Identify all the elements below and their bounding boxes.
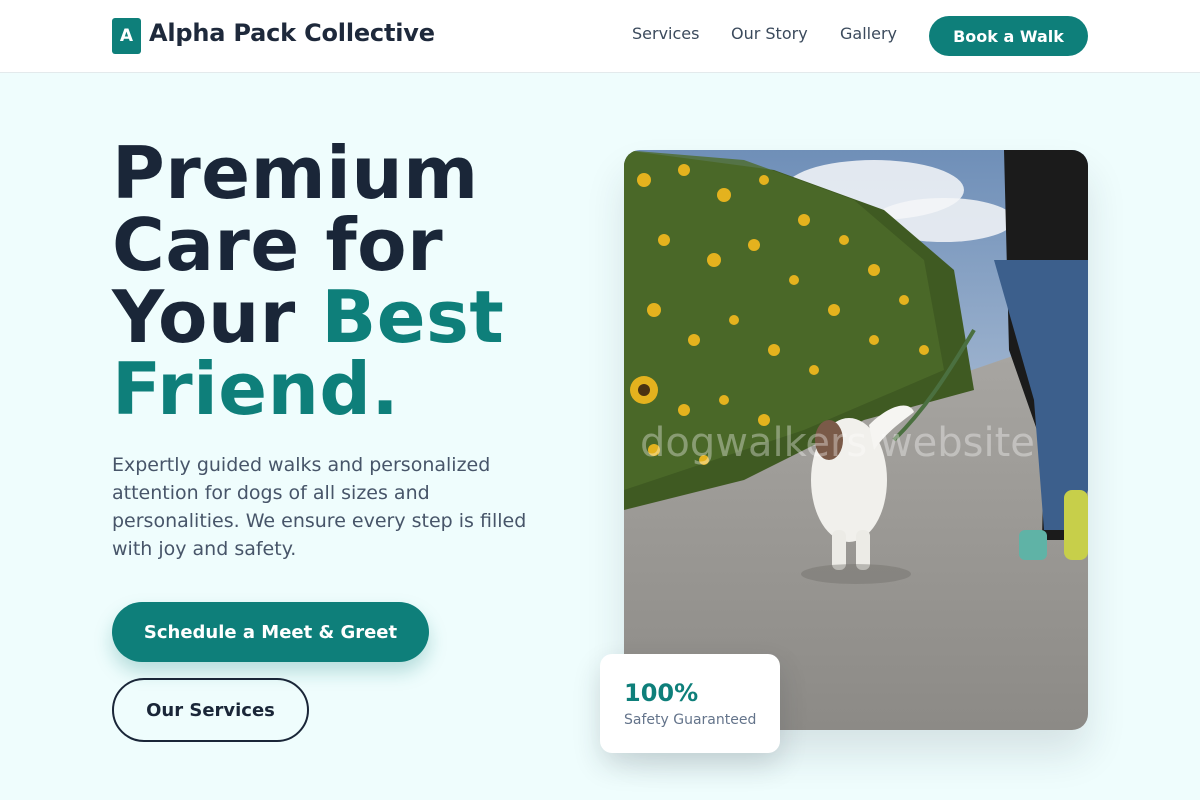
stat-label: Safety Guaranteed	[624, 712, 757, 728]
headline-line-2: Care for	[112, 203, 444, 287]
nav-link-gallery[interactable]: Gallery	[840, 24, 897, 43]
hero-subtext: Expertly guided walks and personalized a…	[112, 454, 527, 560]
headline-line-3: Your Best	[112, 281, 504, 353]
headline-line-1: Premium	[112, 131, 479, 215]
book-walk-button[interactable]: Book a Walk	[929, 16, 1088, 56]
headline-line-4: Friend.	[112, 347, 400, 431]
nav-link-services[interactable]: Services	[632, 24, 699, 43]
stat-value: 100%	[624, 679, 699, 707]
schedule-meet-greet-button[interactable]: Schedule a Meet & Greet	[112, 602, 429, 662]
site-header: A Alpha Pack Collective Services Our Sto…	[0, 0, 1200, 73]
hero-headline: Premium Care for Your Best Friend.	[112, 137, 504, 425]
logo-icon[interactable]: A	[112, 18, 141, 54]
our-services-button[interactable]: Our Services	[112, 678, 309, 742]
hero-photo: dogwalkers website	[624, 150, 1088, 730]
photo-watermark: dogwalkers website	[640, 420, 1035, 466]
brand-name[interactable]: Alpha Pack Collective	[149, 19, 435, 47]
nav-link-our-story[interactable]: Our Story	[731, 24, 808, 43]
safety-stat-card: 100% Safety Guaranteed	[600, 654, 780, 753]
